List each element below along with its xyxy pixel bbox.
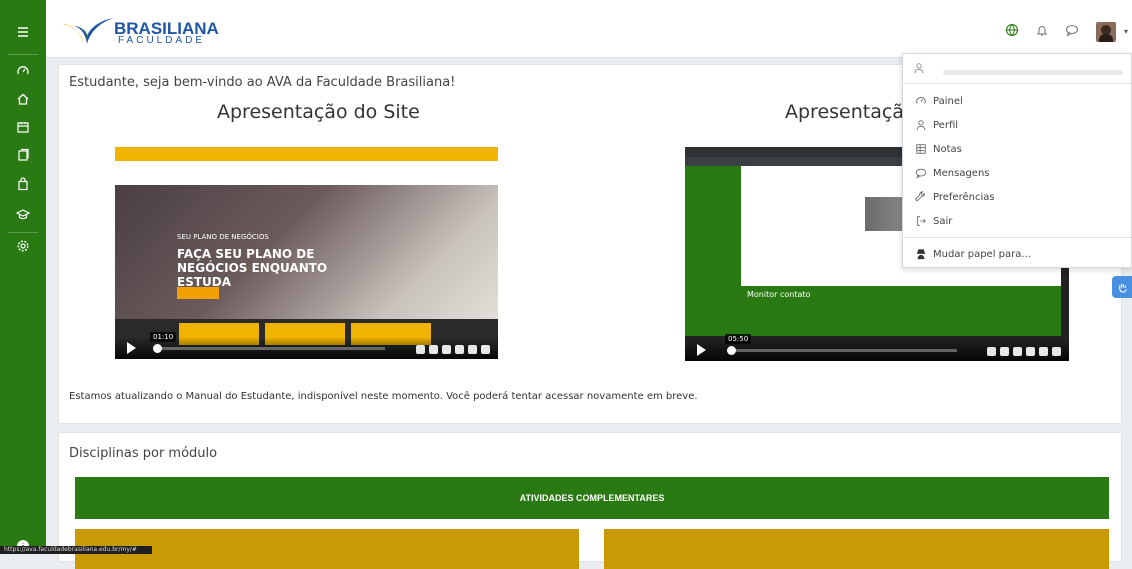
video1-control-icons [416, 345, 490, 354]
menu-item-label: Notas [933, 143, 962, 155]
video1-title: Apresentação do Site [217, 101, 420, 123]
video2-control-icons [987, 347, 1061, 356]
chat-icon [915, 168, 927, 179]
manual-notice: Estamos atualizando o Manual do Estudant… [69, 391, 698, 402]
module-box[interactable] [604, 529, 1109, 569]
video1-scrubber[interactable] [153, 344, 162, 353]
menu-item-label: Painel [933, 95, 963, 107]
pip-icon[interactable] [468, 345, 477, 354]
video2-title: Apresentação [785, 101, 916, 123]
menu-item-label: Preferências [933, 191, 995, 203]
video1-overlay-big: FAÇA SEU PLANO DE NEGÓCIOS ENQUANTO ESTU… [177, 247, 328, 289]
video1-site-nav [115, 161, 498, 185]
grades-icon [916, 144, 926, 154]
logout-icon [917, 216, 926, 226]
gear-icon[interactable] [455, 345, 464, 354]
user-icon [916, 120, 926, 131]
activities-banner[interactable]: ATIVIDADES COMPLEMENTARES [75, 477, 1109, 519]
menu-item-preferencias[interactable]: Preferências [903, 186, 1131, 208]
video1-progress-bar[interactable] [155, 347, 385, 350]
menu-item-painel[interactable]: Painel [903, 90, 1131, 112]
globe-icon[interactable] [1004, 22, 1020, 38]
user-name-redacted [943, 70, 1123, 75]
menu-item-label: Perfil [933, 119, 959, 131]
top-navbar: BRASILIANA FACULDADE ▾ [46, 0, 1132, 58]
bag-icon[interactable] [0, 170, 46, 198]
gear-icon[interactable] [1026, 347, 1035, 356]
video1-time: 01:10 [150, 332, 177, 342]
chapters-icon[interactable] [442, 345, 451, 354]
menu-item-mensagens[interactable]: Mensagens [903, 162, 1131, 184]
settings-icon[interactable] [0, 232, 46, 260]
menu-item-notas[interactable]: Notas [903, 138, 1131, 160]
menu-item-sair[interactable]: Sair [903, 210, 1131, 232]
logo-swoosh-icon [62, 18, 114, 44]
menu-item-switch-role[interactable]: Mudar papel para... [903, 243, 1131, 265]
video1-overlay-small: SEU PLANO DE NEGÓCIOS [177, 233, 269, 241]
chat-icon[interactable] [1064, 22, 1080, 38]
gauge-icon[interactable] [0, 57, 46, 85]
volume-icon[interactable] [987, 347, 996, 356]
video1-site-button [177, 287, 219, 299]
video1-site-topbar [115, 147, 498, 161]
bell-icon[interactable] [1034, 22, 1050, 38]
chevron-down-icon[interactable]: ▾ [1124, 27, 1128, 36]
menu-item-label: Sair [933, 215, 953, 227]
hand-icon [1118, 283, 1127, 293]
menu-icon[interactable] [0, 18, 46, 46]
modules-title: Disciplinas por módulo [69, 446, 218, 461]
files-icon[interactable] [0, 141, 46, 169]
browser-status-url: https://ava.faculdadebrasiliana.edu.br/m… [0, 546, 152, 554]
volume-icon[interactable] [416, 345, 425, 354]
video2-contact-title: Monitor contato [747, 290, 811, 299]
gauge-icon [916, 97, 926, 104]
captions-icon[interactable] [1000, 347, 1009, 356]
user-secret-icon [916, 249, 926, 260]
wrench-icon [915, 191, 925, 202]
sidebar-divider [8, 54, 38, 55]
welcome-text: Estudante, seja bem-vindo ao AVA da Facu… [69, 75, 456, 90]
dropdown-divider [903, 237, 1131, 238]
video1-player[interactable]: SEU PLANO DE NEGÓCIOS FAÇA SEU PLANO DE … [115, 147, 498, 359]
fullscreen-icon[interactable] [1052, 347, 1061, 356]
calendar-icon[interactable] [0, 113, 46, 141]
logo-subtext: FACULDADE [118, 35, 206, 46]
menu-item-perfil[interactable]: Perfil [903, 114, 1131, 136]
video2-scrubber[interactable] [727, 346, 736, 355]
menu-item-label: Mensagens [933, 167, 990, 179]
avatar[interactable] [1096, 22, 1116, 42]
dropdown-user-header[interactable] [903, 54, 1131, 84]
fullscreen-icon[interactable] [481, 345, 490, 354]
play-icon[interactable] [697, 344, 706, 356]
play-icon[interactable] [127, 342, 136, 354]
left-sidebar [0, 0, 46, 554]
user-menu-dropdown: Painel Perfil Notas Mensagens Preferênci… [902, 53, 1132, 268]
brasiliana-logo[interactable]: BRASILIANA FACULDADE [60, 14, 219, 48]
pip-icon[interactable] [1039, 347, 1048, 356]
video2-contact-panel: Monitor contato [741, 286, 1061, 336]
chapters-icon[interactable] [1013, 347, 1022, 356]
video2-time: 05:50 [725, 334, 752, 344]
captions-icon[interactable] [429, 345, 438, 354]
graduation-icon[interactable] [0, 200, 46, 228]
home-icon[interactable] [0, 85, 46, 113]
video2-site-sidebar [685, 166, 741, 336]
accessibility-tab[interactable] [1112, 276, 1132, 298]
user-icon [914, 63, 924, 74]
video2-progress-bar[interactable] [727, 349, 957, 352]
modules-card: Disciplinas por módulo ATIVIDADES COMPLE… [58, 432, 1122, 569]
menu-item-label: Mudar papel para... [933, 248, 1031, 260]
